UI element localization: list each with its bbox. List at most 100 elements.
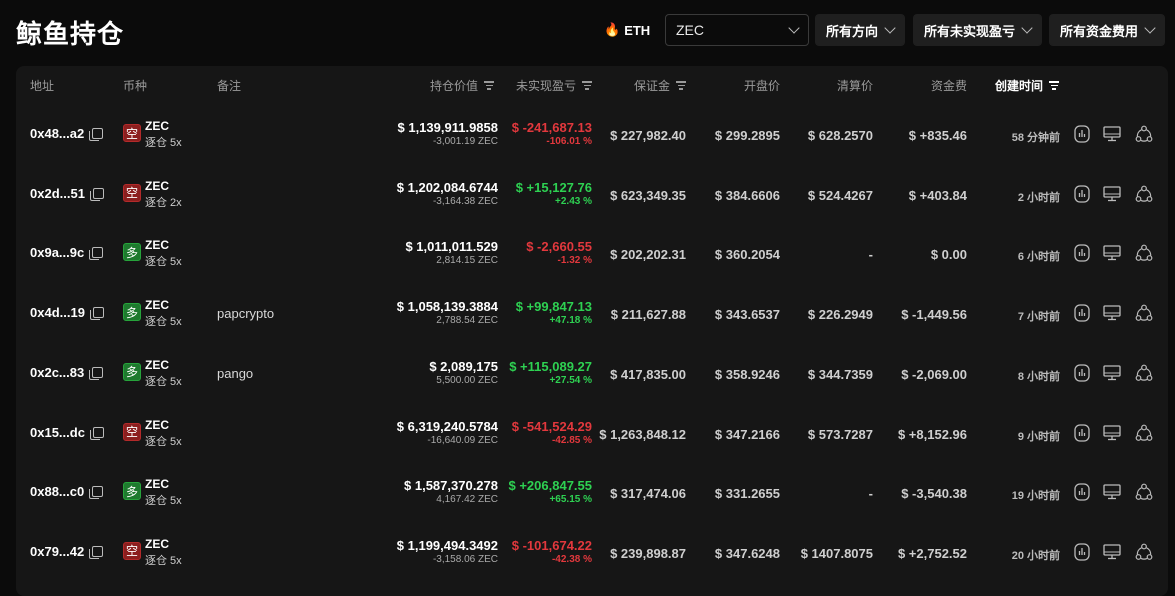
funding-value: $ -1,449.56 [901, 307, 967, 323]
copy-icon[interactable] [89, 247, 104, 261]
address-link[interactable]: 0x2d...51 [30, 186, 104, 201]
copy-icon[interactable] [89, 545, 104, 559]
margin-mode: 逐仓 5x [145, 375, 182, 388]
copy-icon[interactable] [89, 486, 104, 500]
entry-price: $ 384.6606 [714, 187, 780, 203]
margin-value: $ 239,898.87 [610, 545, 686, 561]
address-link[interactable]: 0x79...42 [30, 544, 104, 559]
coin-name: ZEC [145, 298, 169, 313]
col-coin: 币种 [123, 79, 148, 93]
margin-mode: 逐仓 2x [145, 196, 182, 209]
unrealized-pnl-pct: +2.43 % [555, 195, 592, 207]
page-title: 鲸鱼持仓 [16, 19, 125, 49]
position-qty: 5,500.00 ZEC [436, 374, 498, 386]
chevron-down-icon [884, 22, 896, 34]
unrealized-pnl: $ +206,847.55 [508, 478, 593, 494]
margin-mode: 逐仓 5x [145, 435, 182, 448]
chart-icon[interactable] [1073, 244, 1091, 263]
margin-value: $ 227,982.40 [610, 128, 686, 143]
unrealized-pnl-pct: -1.32 % [557, 255, 592, 267]
address-link[interactable]: 0x4d...19 [30, 305, 104, 321]
chevron-down-icon [1021, 22, 1033, 34]
share-icon[interactable] [1135, 543, 1153, 561]
position-qty: -3,158.06 ZEC [432, 553, 498, 565]
col-margin[interactable]: 保证金 [634, 77, 686, 94]
side-badge: 空 [123, 183, 141, 202]
monitor-icon[interactable] [1103, 364, 1121, 382]
liq-price: - [868, 247, 873, 263]
table-row[interactable]: 0x2c...83 多 ZEC 逐仓 5x pango $ 2,089,175 … [16, 343, 1168, 403]
chart-icon[interactable] [1073, 483, 1091, 501]
entry-price: $ 347.2166 [714, 426, 780, 442]
col-position-value[interactable]: 持仓价值 [430, 77, 494, 94]
eth-toggle[interactable]: 🔥 ETH [604, 22, 650, 38]
liq-price: $ 1407.8075 [800, 545, 873, 561]
liq-price: $ 573.7287 [807, 426, 873, 442]
copy-icon[interactable] [89, 366, 104, 380]
address-text: 0x9a...9c [30, 245, 85, 261]
pnl-filter[interactable]: 所有未实现盈亏 [913, 14, 1043, 46]
share-icon[interactable] [1135, 304, 1153, 322]
share-icon[interactable] [1135, 483, 1153, 501]
table-row[interactable]: 0x88...c0 多 ZEC 逐仓 5x $ 1,587,370.278 4,… [16, 462, 1168, 522]
copy-icon[interactable] [89, 187, 104, 201]
table-row[interactable]: 0x79...42 空 ZEC 逐仓 5x $ 1,199,494.3492 -… [16, 522, 1168, 582]
address-text: 0x48...a2 [30, 126, 85, 141]
address-link[interactable]: 0x15...dc [30, 425, 104, 440]
coin-select[interactable]: ZEC [665, 14, 809, 46]
eth-label: ETH [624, 22, 651, 38]
side-badge: 空 [123, 541, 141, 560]
address-text: 0x88...c0 [30, 484, 85, 500]
monitor-icon[interactable] [1103, 304, 1121, 322]
direction-filter-label: 所有方向 [826, 23, 879, 39]
chart-icon[interactable] [1073, 125, 1091, 143]
chevron-down-icon [1144, 22, 1156, 34]
monitor-icon[interactable] [1103, 244, 1121, 262]
copy-icon[interactable] [89, 128, 104, 141]
chart-icon[interactable] [1073, 423, 1091, 442]
share-icon[interactable] [1135, 364, 1153, 382]
coin-name: ZEC [145, 357, 169, 372]
monitor-icon[interactable] [1103, 125, 1121, 143]
funding-value: $ 0.00 [930, 247, 967, 263]
created-time: 20 小时前 [1011, 549, 1060, 562]
table-row[interactable]: 0x48...a2 空 ZEC 逐仓 5x $ 1,139,911.9858 -… [16, 104, 1168, 164]
col-created[interactable]: 创建时间 [995, 77, 1059, 94]
coin-name: ZEC [145, 536, 169, 551]
table-row[interactable]: 0x4d...19 多 ZEC 逐仓 5x papcrypto $ 1,058,… [16, 283, 1168, 343]
copy-icon[interactable] [89, 307, 104, 321]
chart-icon[interactable] [1073, 543, 1091, 561]
share-icon[interactable] [1135, 125, 1153, 143]
address-link[interactable]: 0x48...a2 [30, 126, 104, 141]
address-link[interactable]: 0x2c...83 [30, 365, 104, 380]
direction-filter[interactable]: 所有方向 [815, 14, 906, 46]
chart-icon[interactable] [1073, 304, 1091, 322]
monitor-icon[interactable] [1103, 483, 1121, 501]
table-row[interactable]: 0x2d...51 空 ZEC 逐仓 2x $ 1,202,084.6744 -… [16, 164, 1168, 224]
margin-mode: 逐仓 5x [145, 495, 182, 508]
side-badge: 多 [123, 362, 141, 381]
chart-icon[interactable] [1073, 185, 1091, 203]
col-unrealized-pnl[interactable]: 未实现盈亏 [516, 77, 592, 94]
address-link[interactable]: 0x88...c0 [30, 484, 104, 500]
share-icon[interactable] [1135, 244, 1153, 262]
created-time: 7 小时前 [1017, 311, 1060, 324]
funding-filter[interactable]: 所有资金费用 [1049, 14, 1166, 46]
share-icon[interactable] [1135, 185, 1153, 203]
sort-icon [484, 81, 494, 90]
monitor-icon[interactable] [1103, 424, 1121, 442]
margin-value: $ 202,202.31 [610, 247, 686, 263]
position-value: $ 1,199,494.3492 [396, 537, 498, 553]
share-icon[interactable] [1135, 424, 1153, 442]
copy-icon[interactable] [89, 426, 104, 440]
table-row[interactable]: 0x15...dc 空 ZEC 逐仓 5x $ 6,319,240.5784 -… [16, 403, 1168, 463]
liq-price: - [868, 486, 873, 502]
monitor-icon[interactable] [1103, 543, 1121, 561]
position-value: $ 1,011,011.529 [405, 239, 498, 255]
address-link[interactable]: 0x9a...9c [30, 245, 104, 261]
chart-icon[interactable] [1073, 364, 1091, 382]
created-time: 2 小时前 [1017, 191, 1060, 204]
col-address: 地址 [30, 79, 55, 93]
table-row[interactable]: 0x9a...9c 多 ZEC 逐仓 5x $ 1,011,011.529 2,… [16, 223, 1168, 283]
monitor-icon[interactable] [1103, 185, 1121, 203]
